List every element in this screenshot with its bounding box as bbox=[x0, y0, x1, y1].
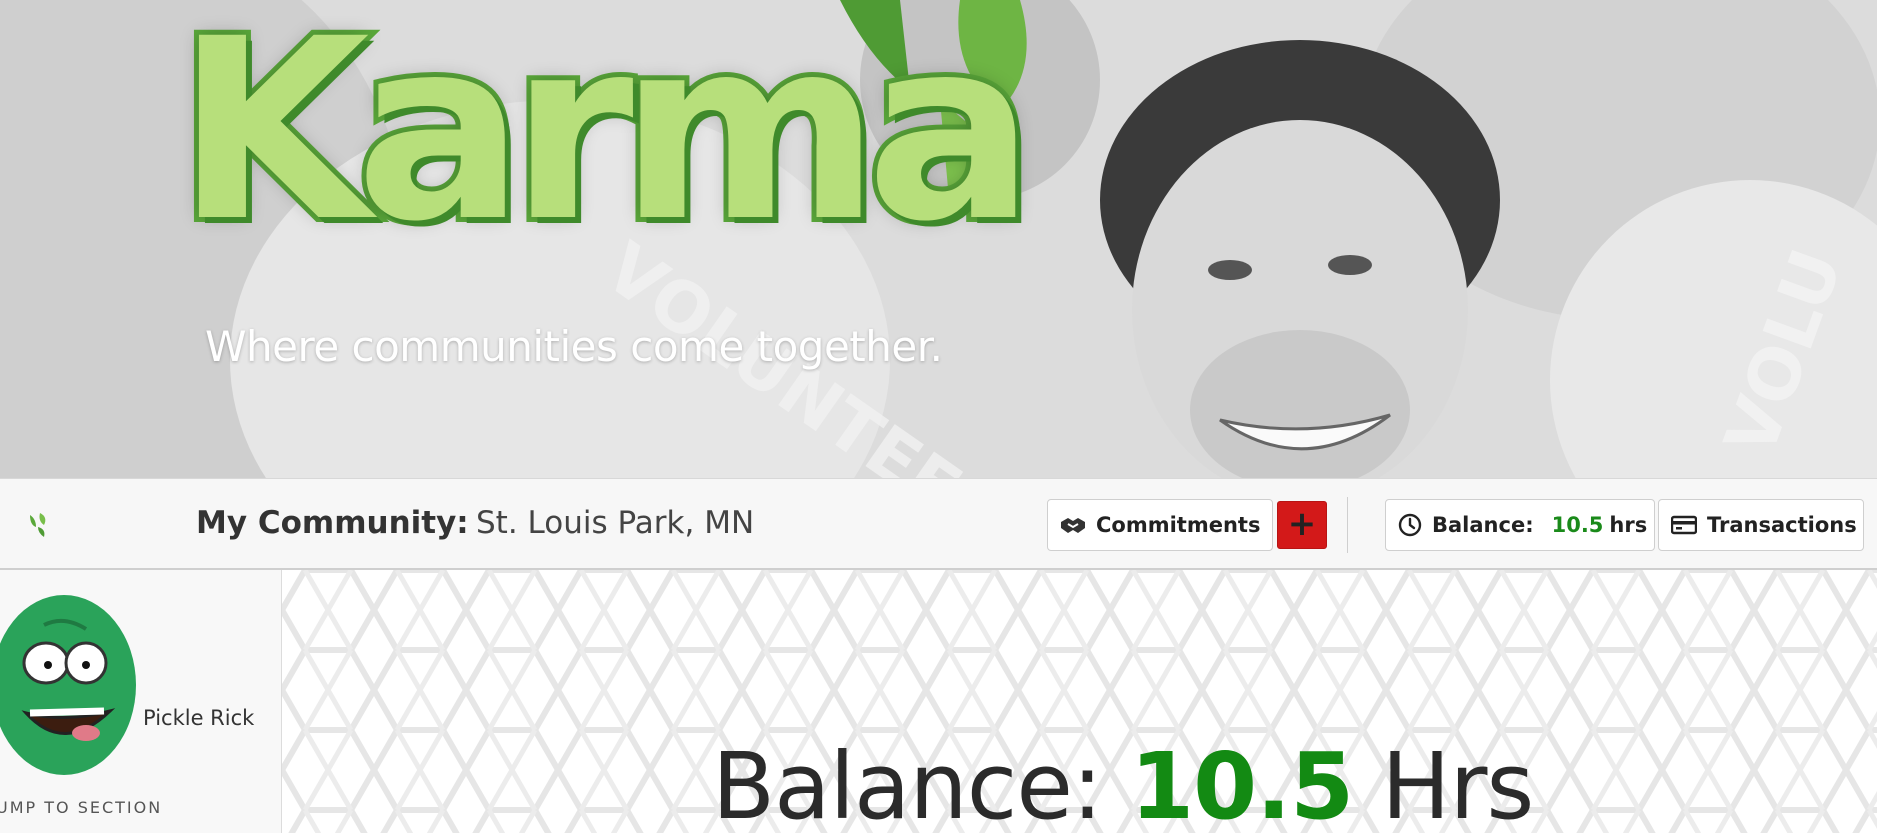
jump-to-section-label: UMP TO SECTION bbox=[0, 798, 163, 817]
transactions-label: Transactions bbox=[1707, 513, 1857, 537]
add-commitment-button[interactable]: + bbox=[1277, 501, 1327, 549]
commitments-button[interactable]: Commitments bbox=[1047, 499, 1273, 551]
top-navbar: My Community: St. Louis Park, MN Commitm… bbox=[0, 478, 1877, 570]
nav-divider bbox=[1347, 497, 1348, 553]
hero-title: Karma bbox=[171, 0, 1040, 276]
balance-heading-label: Balance: bbox=[712, 733, 1103, 833]
balance-heading-value: 10.5 bbox=[1130, 733, 1354, 833]
balance-button[interactable]: Balance: 10.5 hrs bbox=[1385, 499, 1655, 551]
community-value[interactable]: St. Louis Park, MN bbox=[476, 505, 754, 541]
avatar[interactable] bbox=[0, 595, 136, 775]
credit-card-icon bbox=[1671, 512, 1697, 538]
user-name[interactable]: Pickle Rick bbox=[143, 706, 254, 730]
handshake-icon bbox=[1060, 512, 1086, 538]
balance-heading-unit: Hrs bbox=[1381, 733, 1534, 833]
commitments-label: Commitments bbox=[1096, 513, 1261, 537]
hero-tagline: Where communities come together. bbox=[205, 322, 943, 371]
transactions-button[interactable]: Transactions bbox=[1658, 499, 1864, 551]
sidebar: Pickle Rick UMP TO SECTION bbox=[0, 570, 282, 833]
balance-value: 10.5 bbox=[1551, 513, 1604, 537]
balance-label: Balance: bbox=[1432, 513, 1534, 537]
main-content: Balance: 10.5 Hrs bbox=[282, 570, 1877, 833]
clock-icon bbox=[1398, 512, 1422, 538]
hero-banner: VOLUNTEER VOLU Karma Where communities c… bbox=[0, 0, 1877, 478]
balance-heading: Balance: 10.5 Hrs bbox=[712, 733, 1534, 833]
balance-unit: hrs bbox=[1609, 513, 1648, 537]
karma-leaf-icon[interactable] bbox=[22, 509, 54, 541]
community-label: My Community: bbox=[196, 505, 469, 541]
